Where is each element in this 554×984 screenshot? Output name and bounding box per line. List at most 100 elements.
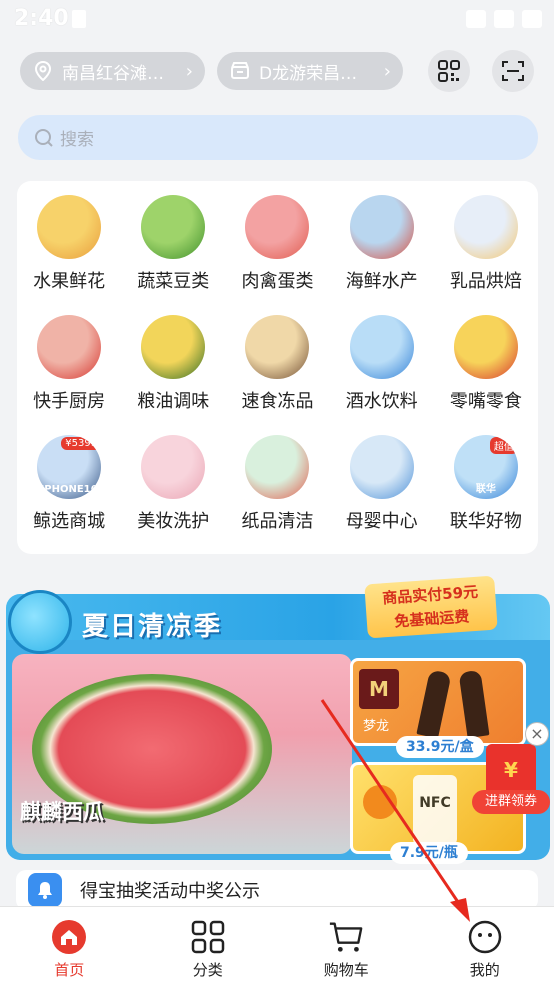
- qr-code-button[interactable]: [428, 50, 470, 92]
- drinks-icon: [349, 315, 414, 379]
- category-label: 快手厨房: [33, 391, 106, 412]
- seafood-icon: [349, 195, 414, 259]
- tab-cart[interactable]: 购物车: [277, 907, 416, 984]
- category-label: 水果鲜花: [33, 271, 106, 292]
- banner-title: 夏日清凉季: [82, 612, 223, 642]
- juice-price: 7.9元/瓶: [390, 842, 468, 864]
- signal-icon: [494, 10, 514, 28]
- category-item[interactable]: 超值联华联华好物: [434, 435, 538, 533]
- category-badge: 超值: [489, 437, 518, 454]
- category-item[interactable]: 粮油调味: [121, 315, 225, 413]
- category-label: 母婴中心: [345, 511, 418, 532]
- fruit-flower-icon: [37, 195, 102, 259]
- category-item[interactable]: 母婴中心: [330, 435, 434, 533]
- category-label: 海鲜水产: [345, 271, 418, 292]
- meat-egg-icon: [245, 195, 310, 259]
- notification-icon: [72, 10, 86, 28]
- category-label: 速食冻品: [241, 391, 314, 412]
- juice-bottle-icon: NFC: [413, 775, 457, 845]
- category-badge-secondary: 联华: [475, 484, 496, 495]
- home-icon: [51, 919, 87, 955]
- phone-mall-icon: ¥5399 IPHONE16: [37, 435, 102, 499]
- close-icon[interactable]: ×: [525, 722, 549, 746]
- category-label: 粮油调味: [137, 391, 210, 412]
- category-label: 纸品清洁: [241, 511, 314, 532]
- category-badge: ¥5399: [61, 437, 102, 450]
- status-bar: 2:40: [0, 0, 554, 40]
- qr-code-icon: [438, 60, 460, 82]
- category-label: 蔬菜豆类: [137, 271, 210, 292]
- snacks-icon: [453, 315, 518, 379]
- paper-clean-icon: [245, 435, 310, 499]
- bottom-tab-bar: 首页 分类 购物车 我的: [0, 906, 554, 984]
- red-envelope-icon: ¥: [486, 744, 536, 796]
- tab-profile[interactable]: 我的: [416, 907, 554, 984]
- status-time: 2:40: [14, 6, 69, 31]
- category-item[interactable]: 蔬菜豆类: [121, 195, 225, 293]
- join-group-coupon-button[interactable]: 进群领券: [472, 790, 550, 814]
- chevron-right-icon: ›: [185, 60, 193, 82]
- tab-label: 购物车: [323, 961, 369, 979]
- category-item[interactable]: 肉禽蛋类: [225, 195, 329, 293]
- lianhua-icon: 超值联华: [453, 435, 518, 499]
- ice-cream-cone-icon: [458, 669, 490, 739]
- category-item[interactable]: 水果鲜花: [17, 195, 121, 293]
- category-card: 水果鲜花 蔬菜豆类 肉禽蛋类 海鲜水产 乳品烘焙快手厨房 粮油调味 速食冻品 酒水饮料 零嘴零食…: [17, 181, 538, 554]
- search-input[interactable]: 搜索: [18, 115, 538, 160]
- scan-button[interactable]: [492, 50, 534, 92]
- category-item[interactable]: 快手厨房: [17, 315, 121, 413]
- store-label: D龙游荣昌…: [259, 63, 358, 84]
- wifi-icon: [466, 10, 486, 28]
- category-label: 鲸选商城: [33, 511, 106, 532]
- category-badge-secondary: IPHONE16: [40, 484, 98, 495]
- dairy-bakery-icon: [453, 195, 518, 259]
- red-packet-widget[interactable]: ¥ 进群领券: [472, 744, 550, 824]
- grain-oil-icon: [141, 315, 206, 379]
- beauty-icon: [141, 435, 206, 499]
- scan-icon: [502, 61, 524, 81]
- summer-banner[interactable]: 夏日清凉季 商品实付59元 免基础运费 麒麟西瓜 M 梦龙 33.9元/盒 NF…: [6, 575, 550, 864]
- status-icons: [466, 10, 542, 28]
- category-label: 联华好物: [449, 511, 522, 532]
- baby-icon: [349, 435, 414, 499]
- orange-icon: [363, 785, 397, 819]
- category-item[interactable]: 速食冻品: [225, 315, 329, 413]
- store-icon: [229, 60, 251, 82]
- battery-icon: [522, 10, 542, 28]
- ice-cream-price: 33.9元/盒: [396, 736, 484, 758]
- category-grid: 水果鲜花 蔬菜豆类 肉禽蛋类 海鲜水产 乳品烘焙快手厨房 粮油调味 速食冻品 酒水饮料 零嘴零食…: [17, 195, 538, 533]
- category-item[interactable]: 零嘴零食: [434, 315, 538, 413]
- tab-label: 首页: [54, 961, 85, 979]
- watermelon-label: 麒麟西瓜: [20, 800, 104, 824]
- category-label: 乳品烘焙: [449, 271, 522, 292]
- ice-cream-product[interactable]: M 梦龙: [350, 658, 526, 746]
- tab-label: 我的: [469, 961, 500, 979]
- category-item[interactable]: 乳品烘焙: [434, 195, 538, 293]
- category-label: 酒水饮料: [345, 391, 418, 412]
- frozen-food-icon: [245, 315, 310, 379]
- drink-brand: NFC: [419, 795, 451, 811]
- category-item[interactable]: 海鲜水产: [330, 195, 434, 293]
- mascot-icon: [8, 590, 72, 654]
- promo-badge: 商品实付59元 免基础运费: [364, 575, 498, 639]
- store-selector[interactable]: D龙游荣昌… ›: [217, 52, 403, 90]
- quick-kitchen-icon: [37, 315, 102, 379]
- grid-icon: [190, 919, 226, 955]
- search-placeholder: 搜索: [60, 130, 94, 150]
- category-item[interactable]: 纸品清洁: [225, 435, 329, 533]
- magnum-logo-icon: M: [359, 669, 399, 709]
- tab-category[interactable]: 分类: [139, 907, 278, 984]
- category-item[interactable]: 酒水饮料: [330, 315, 434, 413]
- category-label: 肉禽蛋类: [241, 271, 314, 292]
- notice-bar[interactable]: 得宝抽奖活动中奖公示: [16, 870, 538, 910]
- tab-home[interactable]: 首页: [0, 907, 139, 984]
- chevron-right-icon: ›: [383, 60, 391, 82]
- smiley-profile-icon: [467, 919, 503, 955]
- location-selector[interactable]: 南昌红谷滩… ›: [20, 52, 205, 90]
- notice-text: 得宝抽奖活动中奖公示: [80, 881, 260, 902]
- location-pin-icon: [32, 60, 54, 82]
- category-item[interactable]: 美妆洗护: [121, 435, 225, 533]
- tab-label: 分类: [192, 961, 223, 979]
- bell-icon: [28, 873, 62, 907]
- category-item[interactable]: ¥5399 IPHONE16 鲸选商城: [17, 435, 121, 533]
